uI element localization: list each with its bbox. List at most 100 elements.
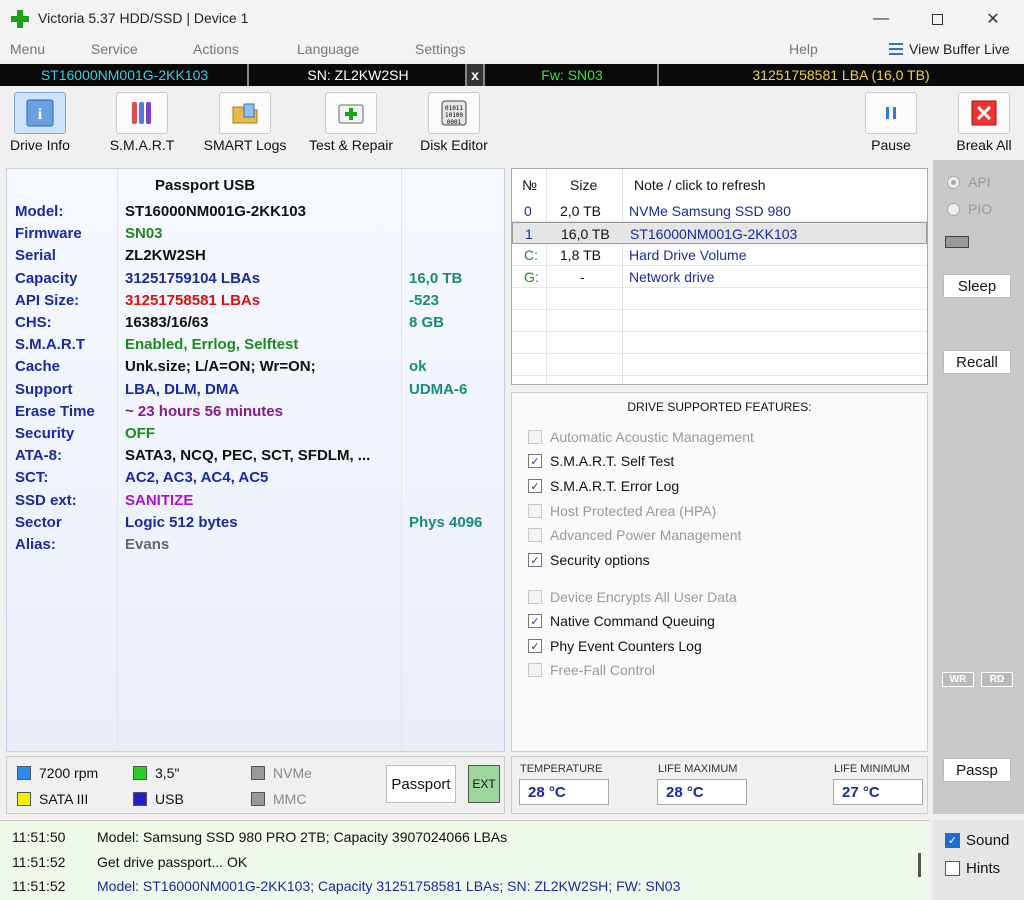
passport-key: SCT: (15, 469, 49, 487)
passport-row: Model: ST16000NM001G-2KK103 (7, 200, 504, 222)
svg-text:01011: 01011 (445, 105, 463, 112)
checkbox-icon: ✓ (945, 833, 960, 848)
feature-checkbox[interactable]: Device Encrypts All User Data (528, 589, 737, 605)
passport-extra: 8 GB (409, 314, 445, 331)
feature-checkbox[interactable]: ✓ Native Command Queuing (528, 613, 715, 629)
menu-language[interactable]: Language (297, 41, 359, 57)
passport-value: 31251758581 LBAs (125, 291, 261, 309)
menu-settings[interactable]: Settings (415, 41, 466, 57)
drive-features-panel: DRIVE SUPPORTED FEATURES: Automatic Acou… (511, 392, 928, 752)
drive-row[interactable]: G: - Network drive (512, 266, 927, 288)
checkbox-icon (528, 430, 542, 444)
drive-info-button[interactable]: i Drive Info (6, 92, 74, 153)
passport-value: ST16000NM001G-2KK103 (125, 203, 306, 220)
passport-key: Serial (15, 247, 56, 265)
drive-row[interactable] (512, 288, 927, 310)
drive-row[interactable] (512, 332, 927, 354)
drive-row[interactable]: 1 16,0 TB ST16000NM001G-2KK103 (512, 222, 927, 244)
disk-editor-button[interactable]: 01011 10100 0001 Disk Editor (416, 92, 492, 153)
ext-button[interactable]: EXT (468, 765, 500, 803)
sleep-button[interactable]: Sleep (943, 274, 1011, 298)
feature-label: Advanced Power Management (550, 527, 742, 543)
passport-extra: ok (409, 358, 427, 376)
test-repair-button[interactable]: Test & Repair (303, 92, 399, 153)
smart-button[interactable]: S.M.A.R.T (104, 92, 180, 153)
drive-size: - (580, 269, 585, 285)
maximize-icon (931, 13, 943, 25)
log-panel[interactable]: 11:51:50 Model: Samsung SSD 980 PRO 2TB; … (0, 820, 930, 900)
break-all-button[interactable]: Break All (950, 92, 1018, 153)
passport-value: SN03 (125, 225, 163, 243)
feature-checkbox[interactable]: Advanced Power Management (528, 527, 741, 543)
recall-button[interactable]: Recall (943, 350, 1011, 374)
col-note[interactable]: Note / click to refresh (634, 177, 766, 193)
feature-checkbox[interactable]: Host Protected Area (HPA) (528, 503, 716, 519)
drive-row[interactable]: 0 2,0 TB NVMe Samsung SSD 980 (512, 200, 927, 222)
view-buffer-live-button[interactable]: View Buffer Live (889, 41, 1010, 57)
options-panel: ✓ Sound Hints (933, 820, 1024, 900)
passport-row: Alias: Evans (7, 533, 504, 555)
life-min-label: LIFE MINIMUM (834, 763, 910, 775)
passport-extra: 16,0 TB (409, 269, 463, 287)
feature-checkbox[interactable]: Free-Fall Control (528, 662, 655, 678)
smart-logs-label: SMART Logs (203, 137, 287, 153)
info-firmware: Fw: SN03 (487, 64, 659, 86)
sound-checkbox[interactable]: ✓ Sound (945, 832, 1009, 849)
info-close-button[interactable]: x (467, 64, 485, 86)
legend-nvme: NVMe (251, 765, 312, 781)
temperature-value: 28 °C (519, 779, 609, 805)
log-scrollbar[interactable] (918, 853, 921, 877)
col-size: Size (570, 177, 598, 193)
pio-radio[interactable]: PIO (947, 201, 992, 217)
close-button[interactable]: ✕ (970, 0, 1016, 38)
checkbox-icon (528, 590, 542, 604)
smart-logs-button[interactable]: SMART Logs (200, 92, 290, 153)
checkbox-icon (945, 861, 960, 876)
passport-row: Serial ZL2KW2SH (7, 244, 504, 266)
hints-label: Hints (966, 860, 1001, 877)
log-time: 11:51:52 (12, 878, 66, 894)
legend-rpm: 7200 rpm (17, 765, 98, 781)
feature-checkbox[interactable]: Automatic Acoustic Management (528, 429, 754, 445)
feature-checkbox[interactable]: ✓ Security options (528, 552, 650, 568)
menu-service[interactable]: Service (91, 41, 138, 57)
passport-key: Firmware (15, 225, 82, 243)
feature-label: Native Command Queuing (550, 613, 715, 629)
passport-button[interactable]: Passport (386, 765, 456, 803)
passp-button[interactable]: Passp (943, 758, 1011, 782)
feature-label: Security options (550, 552, 650, 568)
checkbox-icon (528, 504, 542, 518)
folder-icon (219, 92, 271, 134)
passport-key: Alias: (15, 536, 56, 553)
menu-menu[interactable]: Menu (10, 41, 45, 57)
life-max-value: 28 °C (657, 779, 747, 805)
drive-row[interactable] (512, 310, 927, 332)
pause-button[interactable]: Pause (860, 92, 922, 153)
radio-api-icon (947, 175, 960, 189)
view-buffer-label: View Buffer Live (909, 41, 1010, 57)
passport-key: S.M.A.R.T (15, 336, 85, 354)
passport-header: Passport USB (155, 177, 256, 194)
feature-checkbox[interactable]: ✓ S.M.A.R.T. Self Test (528, 453, 674, 469)
log-message: Model: ST16000NM001G-2KK103; Capacity 31… (97, 878, 681, 894)
life-min-value: 27 °C (833, 779, 923, 805)
passport-row: ATA-8: SATA3, NCQ, PEC, SCT, SFDLM, ... (7, 444, 504, 466)
drive-row[interactable] (512, 354, 927, 376)
passport-extra: Phys 4096 (409, 513, 483, 531)
drive-num: 0 (524, 203, 532, 219)
passport-extra: -523 (409, 291, 440, 309)
drive-legend: 7200 rpm 3,5" NVMe SATA III USB MMC Pass… (6, 756, 505, 814)
menu-help[interactable]: Help (789, 41, 818, 57)
minimize-button[interactable]: — (858, 0, 904, 38)
maximize-button[interactable] (914, 0, 960, 38)
feature-checkbox[interactable]: ✓ Phy Event Counters Log (528, 638, 702, 654)
hints-checkbox[interactable]: Hints (945, 860, 1000, 877)
menu-actions[interactable]: Actions (193, 41, 239, 57)
binary-disk-icon: 01011 10100 0001 (428, 92, 480, 134)
feature-checkbox[interactable]: ✓ S.M.A.R.T. Error Log (528, 478, 679, 494)
drive-size: 1,8 TB (560, 247, 601, 263)
passport-key: Security (15, 425, 75, 442)
api-radio[interactable]: API (947, 174, 991, 190)
drive-row[interactable]: C: 1,8 TB Hard Drive Volume (512, 244, 927, 266)
passport-key: Model: (15, 203, 64, 220)
